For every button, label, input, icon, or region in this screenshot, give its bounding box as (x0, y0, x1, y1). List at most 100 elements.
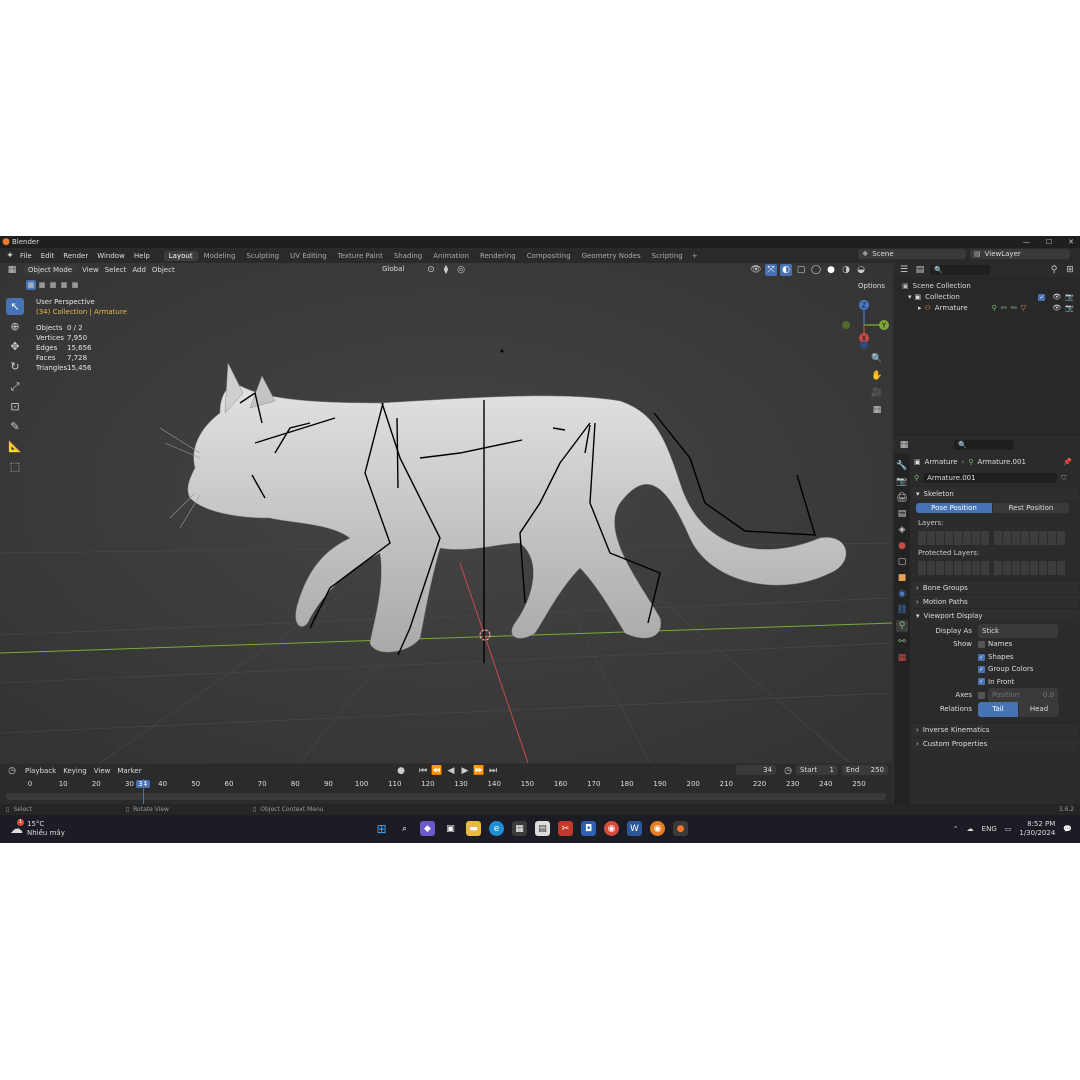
snap-proportional-group[interactable]: ⊙ ⧫ ◎ (425, 264, 467, 276)
modifier-icon[interactable]: ▽ (1021, 303, 1026, 314)
perspective-grid-icon[interactable]: ▦ (871, 404, 883, 416)
clock-date[interactable]: 1/30/2024 (1019, 829, 1055, 838)
menu-window[interactable]: Window (97, 252, 125, 260)
play-reverse-icon[interactable]: ◀ (445, 765, 457, 777)
bone-icon[interactable]: ⚯ (1011, 303, 1017, 314)
navigation-gizmo[interactable]: Z Y X (836, 297, 890, 351)
select-subtract-icon[interactable]: ▦ (48, 280, 58, 290)
store-icon[interactable]: ▦ (512, 821, 527, 836)
end-frame-field[interactable]: End 250 (842, 765, 888, 775)
armature-data-tab-icon[interactable]: ⚲ (896, 620, 908, 632)
file-explorer-icon[interactable]: ▬ (466, 821, 481, 836)
bone-tab-icon[interactable]: ⚯ (896, 636, 908, 648)
current-frame-field[interactable]: 34 (736, 765, 776, 775)
properties-editor-icon[interactable]: ▦ (898, 439, 910, 451)
scene-tab-icon[interactable]: ◈ (896, 524, 908, 536)
app-blue-icon[interactable]: ◘ (581, 821, 596, 836)
xray-icon[interactable]: ▢ (795, 264, 807, 276)
language-indicator[interactable]: ENG (982, 825, 997, 833)
jump-start-icon[interactable]: ⏮ (417, 765, 429, 777)
pivot-icon[interactable]: ⊙ (425, 264, 437, 276)
prev-keyframe-icon[interactable]: ⏪ (431, 765, 443, 777)
transform-tool[interactable]: ⊡ (6, 398, 24, 415)
pin-icon[interactable]: 📌 (1063, 458, 1072, 466)
physics-tab-icon[interactable]: ◉ (896, 588, 908, 600)
rest-position-button[interactable]: Rest Position (993, 503, 1069, 513)
fake-user-icon[interactable]: ⛉ (1061, 474, 1066, 483)
viewlayer-selector[interactable]: ▤ ViewLayer (970, 249, 1070, 259)
tab-scripting[interactable]: Scripting (647, 251, 688, 261)
start-frame-field[interactable]: Start 1 (796, 765, 838, 775)
snipping-icon[interactable]: ✂ (558, 821, 573, 836)
tab-layout[interactable]: Layout (163, 250, 198, 261)
select-intersect-icon[interactable]: ▦ (70, 280, 80, 290)
record-icon[interactable]: ● (395, 765, 407, 777)
task-view-icon[interactable]: ▣ (443, 821, 458, 836)
network-icon[interactable]: ▭ (1005, 825, 1012, 833)
axes-checkbox[interactable] (978, 691, 985, 699)
object-menu[interactable]: Object (152, 266, 175, 274)
scene-selector[interactable]: ❖ Scene (858, 249, 966, 259)
display-mode-icon[interactable]: ▤ (914, 264, 926, 276)
snap-icon[interactable]: ⧫ (440, 264, 452, 276)
clock-time[interactable]: 8:52 PM (1019, 820, 1055, 829)
menu-help[interactable]: Help (134, 252, 150, 260)
gizmo-icon[interactable]: ⤧ (765, 264, 777, 276)
maximize-button[interactable]: ☐ (1046, 238, 1052, 246)
add-menu[interactable]: Add (132, 266, 146, 274)
search-icon[interactable]: ⌕ (397, 821, 412, 836)
armature-render-icon[interactable]: 📷 (1065, 303, 1074, 314)
ik-expand-icon[interactable]: › (916, 726, 919, 734)
group-colors-checkbox[interactable]: ✓ (978, 665, 985, 673)
proportional-edit-icon[interactable]: ◎ (455, 264, 467, 276)
jump-end-icon[interactable]: ⏭ (487, 765, 499, 777)
word-icon[interactable]: W (627, 821, 642, 836)
outliner-editor-icon[interactable]: ☰ (898, 264, 910, 276)
measure-tool[interactable]: 📐 (6, 438, 24, 455)
relations-tail-button[interactable]: Tail (978, 702, 1018, 717)
inverse-kinematics-panel[interactable]: › Inverse Kinematics (912, 722, 1078, 737)
collection-row[interactable]: ▾ ▣ Collection ✓ 👁 📷 (902, 292, 1080, 303)
scale-tool[interactable]: ⤢ (6, 378, 24, 395)
weather-widget[interactable]: ☁ 1 15°C Nhiều mây (0, 818, 65, 838)
object-tab-icon[interactable]: ■ (896, 572, 908, 584)
select-menu[interactable]: Select (105, 266, 127, 274)
tab-rendering[interactable]: Rendering (475, 251, 521, 261)
viewport-3d[interactable]: ▦ Object Mode View Select Add Object Glo… (0, 263, 892, 763)
relations-head-button[interactable]: Head (1019, 702, 1059, 717)
chrome-profile-icon[interactable]: ◉ (650, 821, 665, 836)
camera-icon[interactable]: 🎥 (871, 387, 883, 399)
outliner-search-field[interactable]: 🔍 (930, 265, 990, 275)
notification-icon[interactable]: 💬 (1063, 825, 1072, 833)
play-icon[interactable]: ▶ (459, 765, 471, 777)
overlay-icon[interactable]: ◐ (780, 264, 792, 276)
new-collection-icon[interactable]: ⊞ (1064, 264, 1076, 276)
close-button[interactable]: ✕ (1068, 238, 1074, 246)
armature-visibility-icon[interactable]: 👁 (1052, 303, 1061, 314)
edge-icon[interactable]: e (489, 821, 504, 836)
timeline-editor-icon[interactable]: ◷ (6, 765, 18, 777)
world-tab-icon[interactable]: ● (896, 540, 908, 552)
tool-tab-icon[interactable]: 🔧 (896, 460, 908, 472)
select-invert-icon[interactable]: ▦ (59, 280, 69, 290)
tab-uv-editing[interactable]: UV Editing (285, 251, 332, 261)
render-tab-icon[interactable]: 📷 (896, 476, 908, 488)
options-button[interactable]: Options (854, 281, 889, 291)
bone-groups-panel[interactable]: › Bone Groups (912, 580, 1078, 594)
select-extend-icon[interactable]: ▦ (37, 280, 47, 290)
filter-icon[interactable]: ⚲ (1048, 264, 1060, 276)
protected-layers-grid[interactable] (912, 560, 1078, 576)
chrome-icon[interactable]: ◉ (604, 821, 619, 836)
menu-render[interactable]: Render (63, 252, 88, 260)
tab-modeling[interactable]: Modeling (199, 251, 241, 261)
motion-paths-expand-icon[interactable]: › (916, 598, 919, 606)
collection-tab-icon[interactable]: ▢ (896, 556, 908, 568)
add-workspace-button[interactable]: + (692, 252, 698, 260)
playback-menu[interactable]: Playback (25, 767, 56, 775)
rendered-shading-icon[interactable]: ◒ (855, 264, 867, 276)
start-icon[interactable]: ⊞ (374, 821, 389, 836)
add-cube-tool[interactable]: ⬚ (6, 458, 24, 475)
tray-chevron-icon[interactable]: ⌃ (953, 825, 959, 833)
layers-grid[interactable] (912, 530, 1078, 546)
skeleton-expand-icon[interactable]: ▾ (916, 490, 920, 498)
